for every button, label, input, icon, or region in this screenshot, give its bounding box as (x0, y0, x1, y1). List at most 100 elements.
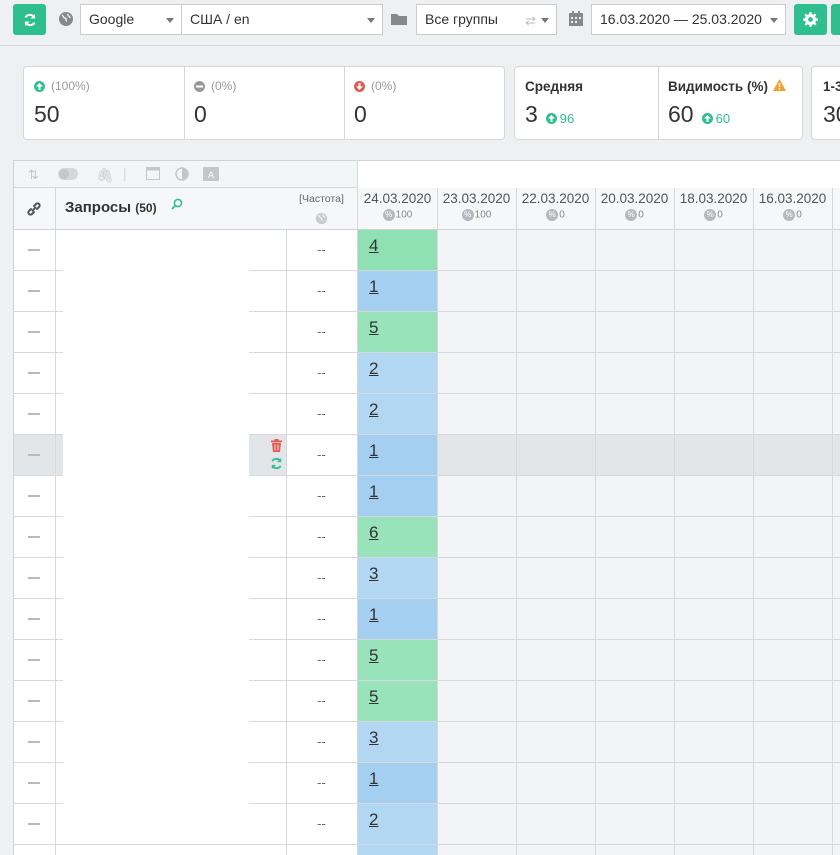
position-link[interactable]: 1 (369, 441, 378, 461)
date-column-header[interactable]: 23.03.2020 (437, 191, 516, 206)
minus-icon[interactable] (28, 659, 40, 661)
date-column-header[interactable]: 24.03.2020 (358, 191, 437, 206)
paperclip-icon[interactable]: 🖇 (96, 167, 114, 184)
region-value: США / en (190, 11, 250, 27)
calendar-icon (569, 11, 583, 31)
position-link[interactable]: 2 (369, 400, 378, 420)
table-row[interactable] (14, 845, 840, 855)
position-cell: 5 (357, 312, 437, 353)
date-column-percent: % 0 (753, 209, 832, 221)
window-icon[interactable] (146, 167, 160, 185)
repeat-icon: ⇄ (525, 13, 536, 28)
date-column-header[interactable]: 18.03.2020 (674, 191, 753, 206)
position-link[interactable]: 5 (369, 318, 378, 338)
position-link[interactable]: 1 (369, 769, 378, 789)
minus-icon[interactable] (28, 782, 40, 784)
arrow-up-icon (34, 80, 45, 92)
chevron-down-icon (770, 18, 778, 23)
date-column-percent: % 100 (437, 209, 516, 221)
group-value: Все группы (425, 11, 498, 27)
position-link[interactable]: 5 (369, 687, 378, 707)
chevron-down-icon (367, 18, 375, 23)
trash-icon[interactable] (271, 439, 282, 457)
frequency-value: -- (317, 365, 326, 380)
position-link[interactable]: 3 (369, 564, 378, 584)
position-cell: 4 (357, 230, 437, 271)
contrast-icon[interactable] (175, 167, 189, 186)
minus-icon[interactable] (28, 741, 40, 743)
extra-button[interactable] (831, 4, 840, 35)
position-link[interactable]: 1 (369, 605, 378, 625)
gear-icon (803, 12, 818, 27)
minus-icon[interactable] (28, 454, 40, 456)
minus-icon[interactable] (28, 700, 40, 702)
percent-icon: % (625, 209, 638, 221)
refresh-button[interactable] (13, 4, 46, 35)
stat-same: (0%) 0 (184, 67, 344, 139)
percent-icon: % (704, 209, 717, 221)
position-link[interactable]: 3 (369, 728, 378, 748)
date-column-header[interactable]: 22.03.2020 (516, 191, 595, 206)
position-cell: 1 (357, 599, 437, 640)
minus-icon[interactable] (28, 249, 40, 251)
minus-icon[interactable] (28, 413, 40, 415)
queries-count: (50) (135, 201, 157, 215)
search-engine-select[interactable]: Google (80, 4, 182, 35)
queries-header[interactable]: Запросы (50) (65, 199, 157, 216)
image-text-icon[interactable]: A (203, 167, 219, 186)
position-link[interactable]: 5 (369, 646, 378, 666)
frequency-value: -- (317, 652, 326, 667)
stat-top-value: 30 (823, 101, 840, 127)
stat-up: (100%) 50 (24, 67, 184, 139)
chevron-down-icon (541, 18, 549, 23)
date-column-header[interactable]: 20.03.2020 (595, 191, 674, 206)
minus-icon[interactable] (28, 823, 40, 825)
position-link[interactable]: 1 (369, 482, 378, 502)
date-range-select[interactable]: 16.03.2020 — 25.03.2020 (591, 4, 786, 35)
stat-down: (0%) 0 (344, 67, 504, 139)
position-cell: 1 (357, 435, 437, 476)
stat-average-title: Средняя (525, 79, 583, 94)
group-select[interactable]: Все группы ⇄ (416, 4, 557, 35)
percent-icon: % (783, 209, 796, 221)
stat-down-percent: (0%) (371, 79, 397, 93)
search-icon[interactable] (171, 197, 183, 215)
position-link[interactable]: 6 (369, 523, 378, 543)
svg-text:A: A (208, 171, 215, 181)
minus-circle-icon (194, 80, 205, 92)
toggle-icon[interactable] (58, 167, 78, 185)
link-icon[interactable] (26, 201, 42, 222)
stat-average: Средняя 3 96 (515, 67, 658, 139)
date-column-header[interactable]: 16.03.2020 (753, 191, 832, 206)
settings-button[interactable] (794, 4, 827, 35)
minus-icon[interactable] (28, 372, 40, 374)
frequency-header[interactable]: [Частота] (286, 193, 357, 205)
query-text-column (63, 236, 249, 838)
minus-icon[interactable] (28, 618, 40, 620)
position-cell: 2 (357, 353, 437, 394)
minus-icon[interactable] (28, 577, 40, 579)
position-link[interactable]: 4 (369, 236, 378, 256)
position-cell: 6 (357, 517, 437, 558)
minus-icon[interactable] (28, 495, 40, 497)
percent-icon: % (546, 209, 559, 221)
region-select[interactable]: США / en (181, 4, 383, 35)
position-link[interactable]: 1 (369, 277, 378, 297)
positions-table: ⇅ 🖇 | A Запросы (50) [Частота] 24.03.202… (13, 160, 840, 855)
warning-icon[interactable] (772, 79, 786, 94)
stat-top: 1-3 30 (812, 67, 840, 139)
stat-same-percent: (0%) (211, 79, 237, 93)
refresh-icon (24, 13, 35, 26)
minus-icon[interactable] (28, 536, 40, 538)
minus-icon[interactable] (28, 290, 40, 292)
stat-same-value: 0 (194, 101, 207, 127)
minus-icon[interactable] (28, 331, 40, 333)
frequency-value: -- (317, 324, 326, 339)
stat-visibility-value: 60 (668, 101, 694, 127)
stat-visibility-change: 60 (715, 111, 731, 126)
search-engine-value: Google (89, 11, 135, 27)
position-link[interactable]: 2 (369, 359, 378, 379)
sort-icon[interactable]: ⇅ (28, 167, 39, 183)
refresh-icon[interactable] (270, 457, 283, 475)
position-link[interactable]: 2 (369, 810, 378, 830)
